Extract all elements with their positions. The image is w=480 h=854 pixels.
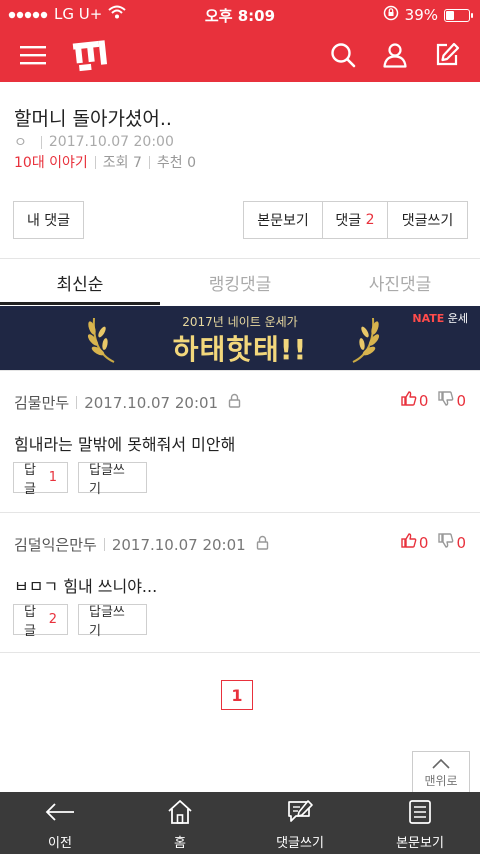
comment-action-group: 본문보기 댓글 2 댓글쓰기 (243, 201, 468, 239)
back-arrow-icon (45, 799, 75, 829)
nav-view-post-label: 본문보기 (396, 836, 444, 851)
nav-view-post[interactable]: 본문보기 (360, 792, 480, 854)
divider (0, 652, 480, 653)
comment-item: 김덜익은만두 2017.10.07 20:01 0 0 ㅂㅁㄱ 힘내 쓰니야..… (0, 512, 480, 652)
post-author[interactable]: ㅇ (14, 132, 27, 152)
bottom-nav: 이전 홈 댓글쓰기 본문보기 (0, 792, 480, 854)
tab-ranking[interactable]: 랭킹댓글 (160, 259, 320, 305)
comment-datetime: 2017.10.07 20:01 (84, 393, 219, 412)
post-stats: 10대 이야기 조회 7 추천 0 (14, 152, 196, 172)
comment-author[interactable]: 김덜익은만두 (14, 534, 97, 555)
dislike-button[interactable]: 0 (438, 533, 466, 552)
reply-label: 답글 (24, 604, 36, 639)
reply-count: 1 (48, 470, 57, 485)
document-icon (408, 799, 432, 829)
meta-separator (148, 155, 150, 169)
dislike-button[interactable]: 0 (438, 391, 466, 410)
thumbs-up-icon (401, 533, 417, 552)
like-count: 0 (418, 391, 429, 410)
like-count: 0 (418, 533, 429, 552)
comment-meta: 김물만두 2017.10.07 20:01 (14, 392, 241, 413)
tab-latest[interactable]: 최신순 (0, 259, 160, 305)
banner-brand-prefix: NATE (412, 312, 445, 325)
comment-write-icon (286, 799, 314, 829)
meta-separator (103, 538, 105, 551)
nav-back[interactable]: 이전 (0, 792, 120, 854)
reply-count-button[interactable]: 답글 1 (13, 462, 68, 497)
comment-sort-tabs: 최신순 랭킹댓글 사진댓글 (0, 259, 480, 305)
reply-count: 2 (48, 612, 57, 627)
meta-separator (94, 155, 96, 169)
reply-label: 답글 (24, 462, 36, 497)
like-button[interactable]: 0 (401, 391, 429, 410)
nav-home[interactable]: 홈 (120, 792, 240, 854)
dislike-count: 0 (456, 391, 466, 410)
comments-count: 2 (365, 212, 375, 228)
banner-brand-suffix: 운세 (444, 312, 468, 325)
comments-label: 댓글 (335, 213, 362, 229)
meta-separator (40, 135, 42, 149)
comment-author[interactable]: 김물만두 (14, 392, 69, 413)
app-header (0, 28, 480, 82)
reply-count-button[interactable]: 답글 2 (13, 604, 68, 639)
chevron-up-icon (432, 758, 450, 772)
tab-photo[interactable]: 사진댓글 (320, 259, 480, 305)
scroll-to-top-label: 맨위로 (424, 773, 458, 788)
post-category[interactable]: 10대 이야기 (14, 152, 88, 172)
comment-votes: 0 0 (401, 391, 466, 410)
fortune-ad-banner[interactable]: 2017년 네이트 운세가 하태핫태!! NATE 운세 (0, 306, 480, 370)
nav-home-label: 홈 (174, 836, 186, 851)
view-post-button[interactable]: 본문보기 (244, 202, 323, 238)
lock-icon (256, 535, 269, 554)
nav-write-comment[interactable]: 댓글쓰기 (240, 792, 360, 854)
meta-separator (76, 396, 78, 409)
status-right: 39% (383, 5, 473, 25)
page-number-current[interactable]: 1 (221, 680, 253, 710)
write-comment-button[interactable]: 댓글쓰기 (388, 202, 467, 238)
my-comments-button[interactable]: 내 댓글 (13, 201, 84, 239)
post-meta: ㅇ 2017.10.07 20:00 (14, 132, 174, 152)
banner-headline: 하태핫태!! (172, 333, 308, 366)
post-title: 할머니 돌아가셨어.. (14, 108, 172, 130)
search-icon[interactable] (326, 38, 360, 72)
comment-datetime: 2017.10.07 20:01 (111, 535, 246, 554)
comment-item: 김물만두 2017.10.07 20:01 0 0 힘내라는 말밖에 못해줘서 … (0, 370, 480, 512)
thumbs-down-icon (438, 391, 454, 410)
comment-text: 힘내라는 말밖에 못해줘서 미안해 (14, 435, 236, 454)
comment-votes: 0 0 (401, 533, 466, 552)
write-reply-button[interactable]: 답글쓰기 (78, 604, 147, 639)
nav-write-comment-label: 댓글쓰기 (276, 836, 324, 851)
pann-logo-icon[interactable] (70, 36, 108, 74)
thumbs-up-icon (401, 391, 417, 410)
like-button[interactable]: 0 (401, 533, 429, 552)
thumbs-down-icon (438, 533, 454, 552)
scroll-to-top-button[interactable]: 맨위로 (412, 751, 470, 795)
comments-count-button[interactable]: 댓글 2 (323, 202, 388, 238)
post-recommends: 추천 0 (156, 155, 197, 171)
battery-percent: 39% (404, 6, 438, 24)
write-reply-button[interactable]: 답글쓰기 (78, 462, 147, 497)
home-icon (167, 799, 193, 829)
user-icon[interactable] (378, 38, 412, 72)
post-datetime: 2017.10.07 20:00 (48, 134, 174, 150)
status-bar: LG U+ 오후 8:09 39% (0, 0, 480, 28)
comment-meta: 김덜익은만두 2017.10.07 20:01 (14, 534, 269, 555)
hamburger-menu-icon[interactable] (16, 38, 50, 72)
rotation-lock-icon (383, 5, 399, 25)
comment-text: ㅂㅁㄱ 힘내 쓰니야... (14, 577, 158, 596)
lock-icon (228, 393, 241, 412)
nav-back-label: 이전 (48, 836, 72, 851)
dislike-count: 0 (456, 533, 466, 552)
post-views: 조회 7 (102, 155, 142, 171)
write-icon[interactable] (430, 38, 464, 72)
battery-icon (444, 8, 473, 22)
banner-brand: NATE 운세 (412, 310, 468, 326)
